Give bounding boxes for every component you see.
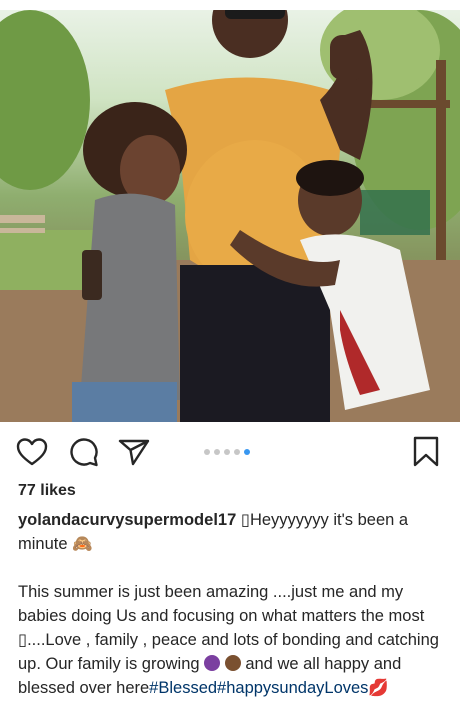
carousel-dot <box>224 449 230 455</box>
save-button[interactable] <box>410 436 442 468</box>
likes-count[interactable]: 77 likes <box>18 482 76 500</box>
comment-icon <box>70 438 98 467</box>
carousel-dot <box>214 449 220 455</box>
status-strip <box>0 0 460 10</box>
share-button[interactable] <box>118 436 150 468</box>
post-caption: yolandacurvysupermodel17 ▯Heyyyyyyy it's… <box>18 508 448 720</box>
woman-emoji <box>204 655 221 671</box>
share-icon <box>118 439 150 466</box>
carousel-dot <box>204 449 210 455</box>
comment-button[interactable] <box>68 436 100 468</box>
hashtag-link[interactable]: #Blessed#happysundayLoves <box>149 679 368 697</box>
post-photo[interactable] <box>0 10 460 422</box>
photo-illustration <box>0 10 460 422</box>
like-button[interactable] <box>16 436 48 468</box>
carousel-dot-active <box>244 449 250 455</box>
boy-emoji <box>224 655 241 671</box>
see-no-evil-emoji: 🙈 <box>72 535 93 553</box>
bookmark-icon <box>413 436 439 467</box>
carousel-indicator <box>204 448 250 456</box>
caption-username[interactable]: yolandacurvysupermodel17 <box>18 511 236 529</box>
carousel-dot <box>234 449 240 455</box>
kiss-emoji: 💋 <box>368 679 389 697</box>
heart-icon <box>16 438 48 466</box>
